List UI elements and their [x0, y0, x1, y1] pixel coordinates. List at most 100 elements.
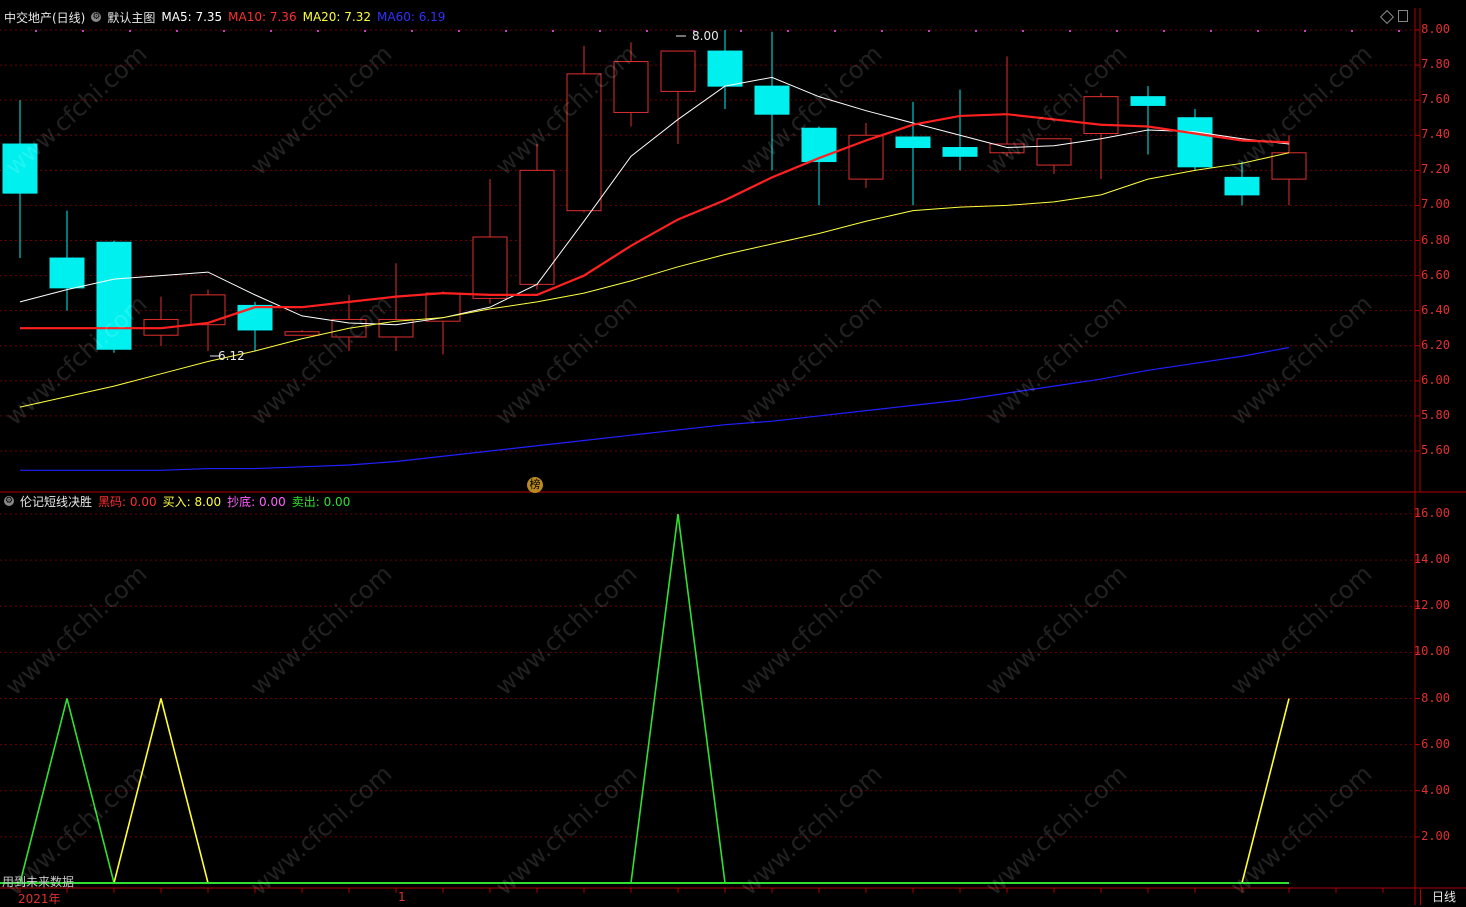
indicator-settings-icon[interactable]: ⚙ — [4, 496, 14, 506]
top-marker — [834, 30, 836, 32]
y-tick-label: 5.80 — [1421, 407, 1450, 422]
top-marker — [458, 30, 460, 32]
top-marker — [270, 30, 272, 32]
future-data-label: 用到未来数据 — [2, 875, 75, 889]
candle-body — [566, 73, 602, 212]
candle-body — [754, 85, 790, 115]
ma20-value: MA20: 7.32 — [302, 10, 372, 24]
month-label: 1 — [398, 890, 406, 904]
top-marker — [599, 30, 601, 32]
y-tick-label: 7.20 — [1421, 162, 1450, 177]
top-marker — [740, 30, 742, 32]
indicator-sell: 卖出: 0.00 — [291, 494, 351, 509]
candle-body — [942, 147, 978, 157]
candle-body — [707, 50, 743, 87]
top-marker — [35, 30, 37, 32]
top-marker — [1210, 30, 1212, 32]
indicator-tick-label: 4.00 — [1421, 782, 1450, 797]
indicator-header: ⚙ 伦记短线决胜 黑码: 0.00 买入: 8.00 抄底: 0.00 卖出: … — [4, 492, 350, 510]
indicator-buy: 买入: 8.00 — [162, 494, 222, 509]
y-tick-label: 6.40 — [1421, 302, 1450, 317]
indicator-tick-label: 10.00 — [1413, 644, 1450, 659]
candle-body — [848, 134, 884, 180]
top-marker — [1069, 30, 1071, 32]
y-tick-label: 7.60 — [1421, 92, 1450, 107]
top-marker — [552, 30, 554, 32]
indicator-heima: 黑码: 0.00 — [98, 494, 157, 509]
indicator-chaodi: 抄底: 0.00 — [227, 494, 286, 509]
candle-body — [895, 136, 931, 149]
y-tick-label: 8.00 — [1421, 22, 1450, 36]
top-marker — [411, 30, 413, 32]
candle-body — [1130, 96, 1166, 106]
candle-body — [1083, 96, 1119, 134]
top-marker — [1163, 30, 1165, 32]
candle-body — [1271, 152, 1307, 180]
top-marker — [646, 30, 648, 32]
top-marker — [787, 30, 789, 32]
candle-body — [1224, 176, 1260, 196]
top-marker — [82, 30, 84, 32]
candle-body — [613, 61, 649, 113]
y-tick-label: 7.40 — [1421, 127, 1450, 142]
y-tick-label: 7.80 — [1421, 57, 1450, 72]
candle-body — [425, 292, 461, 322]
top-marker — [1351, 30, 1353, 32]
indicator-tick-label: 8.00 — [1421, 690, 1450, 705]
ma-line-ma20 — [19, 152, 1290, 408]
candle-body — [801, 127, 837, 163]
indicator-tick-label: 6.00 — [1421, 736, 1450, 751]
y-tick-label: 6.60 — [1421, 267, 1450, 282]
chart-window: 中交地产(日线) ⚙ 默认主图 MA5: 7.35 MA10: 7.36 MA2… — [0, 0, 1466, 906]
candle-body — [2, 143, 38, 194]
candle-body — [96, 241, 132, 350]
ma60-value: MA60: 6.19 — [377, 10, 446, 24]
ma-line-ma60 — [20, 346, 1290, 471]
candle-body — [190, 294, 226, 326]
period-tab-daily[interactable]: 日线 — [1420, 889, 1466, 905]
low-price-label: 6.12 — [218, 349, 245, 363]
indicator-tick-label: 14.00 — [1413, 552, 1450, 567]
candle-body — [519, 169, 555, 285]
y-tick-label: 6.20 — [1421, 337, 1450, 352]
top-marker — [317, 30, 319, 32]
template-name[interactable]: 默认主图 — [107, 9, 155, 26]
candle-body — [472, 236, 508, 299]
candle-body — [237, 304, 273, 331]
top-marker — [975, 30, 977, 32]
indicator-name[interactable]: 伦记短线决胜 — [20, 493, 92, 510]
top-marker — [223, 30, 225, 32]
indicator-tick-label: 16.00 — [1413, 506, 1450, 520]
top-marker — [1022, 30, 1024, 32]
top-marker — [1398, 30, 1400, 32]
y-tick-label: 7.00 — [1421, 197, 1450, 212]
candle-body — [1177, 117, 1213, 168]
year-label: 2021年 — [18, 892, 61, 906]
y-tick-label: 6.80 — [1421, 232, 1450, 247]
stock-name[interactable]: 中交地产(日线) — [4, 9, 85, 26]
ma10-value: MA10: 7.36 — [228, 10, 297, 24]
kline-chart[interactable] — [0, 0, 1466, 905]
top-marker — [928, 30, 930, 32]
top-marker — [881, 30, 883, 32]
settings-icon[interactable]: ⚙ — [91, 12, 102, 22]
rank-badge[interactable]: 榜 — [527, 477, 543, 493]
candle-body — [1036, 138, 1072, 166]
top-marker — [505, 30, 507, 32]
top-marker — [176, 30, 178, 32]
main-chart-header: 中交地产(日线) ⚙ 默认主图 MA5: 7.35 MA10: 7.36 MA2… — [4, 8, 445, 26]
indicator-tick-label: 2.00 — [1421, 828, 1450, 843]
candle-body — [49, 257, 85, 289]
top-marker — [129, 30, 131, 32]
indicator-tick-label: 12.00 — [1413, 598, 1450, 613]
candle-body — [378, 318, 414, 338]
high-price-label: 8.00 — [692, 29, 719, 43]
y-tick-label: 5.60 — [1421, 443, 1450, 457]
top-marker — [1304, 30, 1306, 32]
candle-body — [284, 331, 320, 336]
ma5-value: MA5: 7.35 — [161, 10, 223, 24]
top-marker — [364, 30, 366, 32]
scroll-icon[interactable] — [1398, 10, 1408, 22]
top-marker — [1257, 30, 1259, 32]
top-marker — [1116, 30, 1118, 32]
